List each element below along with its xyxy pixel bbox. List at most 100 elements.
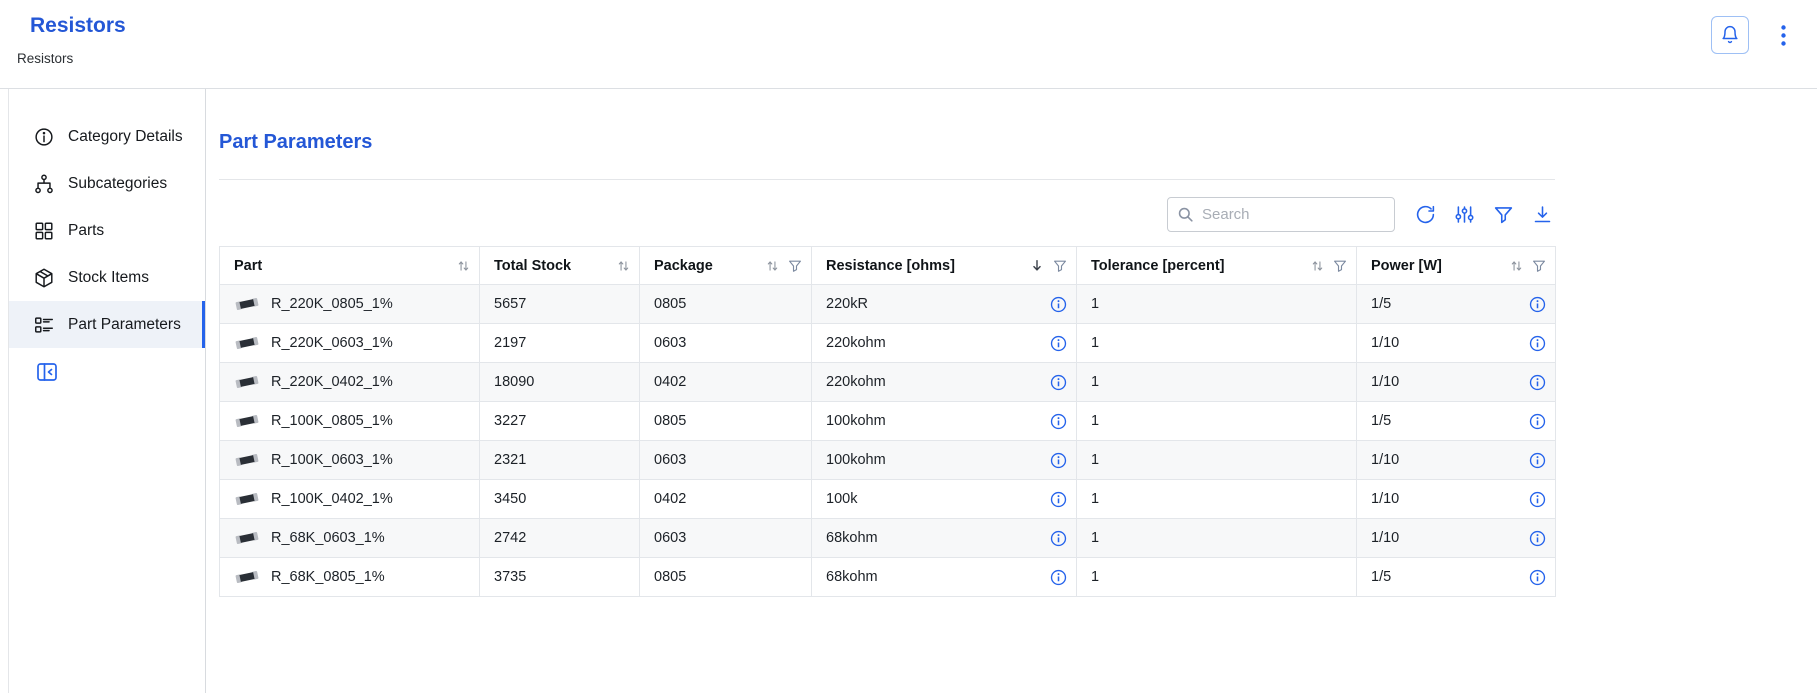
package-value: 0805 bbox=[654, 413, 686, 429]
total-stock-value: 5657 bbox=[494, 296, 526, 312]
sidebar-item-subcategories[interactable]: Subcategories bbox=[9, 160, 205, 207]
resistor-thumbnail-icon bbox=[234, 452, 260, 468]
total-stock-value: 2742 bbox=[494, 530, 526, 546]
package-value: 0805 bbox=[654, 296, 686, 312]
sidebar: Category Details Subcategories Parts bbox=[9, 89, 206, 693]
part-name: R_100K_0402_1% bbox=[271, 491, 393, 507]
table-row[interactable]: R_100K_0805_1% 3227 0805 100kohm 1 1/5 bbox=[220, 402, 1556, 441]
table-body: R_220K_0805_1% 5657 0805 220kR 1 1/5 bbox=[220, 285, 1556, 597]
refresh-icon bbox=[1415, 204, 1436, 225]
collapse-sidebar-icon bbox=[35, 360, 59, 384]
divider bbox=[219, 179, 1555, 180]
tolerance-value: 1 bbox=[1091, 491, 1099, 507]
sort-icon[interactable] bbox=[1311, 259, 1324, 273]
sidebar-item-label: Subcategories bbox=[68, 175, 167, 193]
tolerance-value: 1 bbox=[1091, 452, 1099, 468]
info-icon[interactable] bbox=[1050, 296, 1067, 313]
search-input[interactable] bbox=[1202, 206, 1386, 223]
page-title: Resistors bbox=[30, 14, 126, 38]
sort-icon[interactable] bbox=[1510, 259, 1523, 273]
info-icon[interactable] bbox=[1050, 491, 1067, 508]
sidebar-item-stock-items[interactable]: Stock Items bbox=[9, 254, 205, 301]
sidebar-item-part-parameters[interactable]: Part Parameters bbox=[9, 301, 205, 348]
tolerance-value: 1 bbox=[1091, 530, 1099, 546]
column-header-resistance[interactable]: Resistance [ohms] bbox=[812, 247, 1077, 285]
resistor-thumbnail-icon bbox=[234, 569, 260, 585]
info-icon[interactable] bbox=[1050, 452, 1067, 469]
column-header-power[interactable]: Power [W] bbox=[1357, 247, 1556, 285]
table-row[interactable]: R_220K_0805_1% 5657 0805 220kR 1 1/5 bbox=[220, 285, 1556, 324]
table-row[interactable]: R_68K_0805_1% 3735 0805 68kohm 1 1/5 bbox=[220, 558, 1556, 597]
resistance-value: 68kohm bbox=[826, 569, 878, 585]
sort-desc-icon[interactable] bbox=[1030, 258, 1044, 273]
info-icon[interactable] bbox=[1050, 569, 1067, 586]
info-icon[interactable] bbox=[1529, 413, 1546, 430]
sidebar-item-label: Category Details bbox=[68, 128, 183, 146]
table-row[interactable]: R_220K_0402_1% 18090 0402 220kohm 1 1/10 bbox=[220, 363, 1556, 402]
info-icon[interactable] bbox=[1529, 374, 1546, 391]
column-filter-icon[interactable] bbox=[1053, 259, 1067, 273]
tolerance-value: 1 bbox=[1091, 374, 1099, 390]
part-parameters-table: Part Total Stoc bbox=[219, 246, 1556, 597]
info-icon[interactable] bbox=[1529, 569, 1546, 586]
column-header-package[interactable]: Package bbox=[640, 247, 812, 285]
info-icon[interactable] bbox=[1529, 491, 1546, 508]
refresh-button[interactable] bbox=[1412, 201, 1438, 227]
info-icon[interactable] bbox=[1529, 452, 1546, 469]
filter-button[interactable] bbox=[1490, 201, 1516, 227]
tolerance-value: 1 bbox=[1091, 335, 1099, 351]
section-title: Part Parameters bbox=[219, 131, 1817, 153]
page-header: Resistors Resistors bbox=[0, 0, 1817, 89]
total-stock-value: 2321 bbox=[494, 452, 526, 468]
sidebar-item-category-details[interactable]: Category Details bbox=[9, 113, 205, 160]
power-value: 1/5 bbox=[1371, 296, 1391, 312]
info-icon[interactable] bbox=[1529, 296, 1546, 313]
overflow-menu-button[interactable] bbox=[1775, 16, 1791, 54]
collapse-sidebar-button[interactable] bbox=[35, 360, 59, 384]
table-row[interactable]: R_68K_0603_1% 2742 0603 68kohm 1 1/10 bbox=[220, 519, 1556, 558]
column-header-tolerance[interactable]: Tolerance [percent] bbox=[1077, 247, 1357, 285]
notifications-button[interactable] bbox=[1711, 16, 1749, 54]
sort-icon[interactable] bbox=[617, 259, 630, 273]
kebab-menu-icon bbox=[1781, 25, 1786, 46]
resistance-value: 100kohm bbox=[826, 413, 886, 429]
column-settings-button[interactable] bbox=[1451, 201, 1477, 227]
info-icon[interactable] bbox=[1050, 530, 1067, 547]
part-name: R_68K_0805_1% bbox=[271, 569, 385, 585]
column-header-part[interactable]: Part bbox=[220, 247, 480, 285]
total-stock-value: 3735 bbox=[494, 569, 526, 585]
tolerance-value: 1 bbox=[1091, 569, 1099, 585]
table-row[interactable]: R_220K_0603_1% 2197 0603 220kohm 1 1/10 bbox=[220, 324, 1556, 363]
info-icon[interactable] bbox=[1050, 374, 1067, 391]
column-filter-icon[interactable] bbox=[1333, 259, 1347, 273]
info-icon[interactable] bbox=[1050, 413, 1067, 430]
part-name: R_100K_0805_1% bbox=[271, 413, 393, 429]
total-stock-value: 3227 bbox=[494, 413, 526, 429]
adjustments-icon bbox=[1454, 204, 1475, 225]
table-row[interactable]: R_100K_0402_1% 3450 0402 100k 1 1/10 bbox=[220, 480, 1556, 519]
sort-icon[interactable] bbox=[457, 259, 470, 273]
info-icon[interactable] bbox=[1050, 335, 1067, 352]
column-filter-icon[interactable] bbox=[1532, 259, 1546, 273]
package-value: 0402 bbox=[654, 374, 686, 390]
column-header-total-stock[interactable]: Total Stock bbox=[480, 247, 640, 285]
total-stock-value: 3450 bbox=[494, 491, 526, 507]
power-value: 1/5 bbox=[1371, 413, 1391, 429]
sidebar-item-parts[interactable]: Parts bbox=[9, 207, 205, 254]
table-toolbar bbox=[219, 196, 1555, 232]
search-box bbox=[1167, 197, 1395, 232]
part-name: R_220K_0603_1% bbox=[271, 335, 393, 351]
table-row[interactable]: R_100K_0603_1% 2321 0603 100kohm 1 1/10 bbox=[220, 441, 1556, 480]
resistor-thumbnail-icon bbox=[234, 335, 260, 351]
package-value: 0603 bbox=[654, 452, 686, 468]
grid-icon bbox=[33, 220, 55, 242]
download-button[interactable] bbox=[1529, 201, 1555, 227]
info-icon[interactable] bbox=[1529, 530, 1546, 547]
part-name: R_68K_0603_1% bbox=[271, 530, 385, 546]
list-details-icon bbox=[33, 314, 55, 336]
download-icon bbox=[1532, 204, 1553, 225]
info-icon[interactable] bbox=[1529, 335, 1546, 352]
column-filter-icon[interactable] bbox=[788, 259, 802, 273]
sort-icon[interactable] bbox=[766, 259, 779, 273]
total-stock-value: 2197 bbox=[494, 335, 526, 351]
